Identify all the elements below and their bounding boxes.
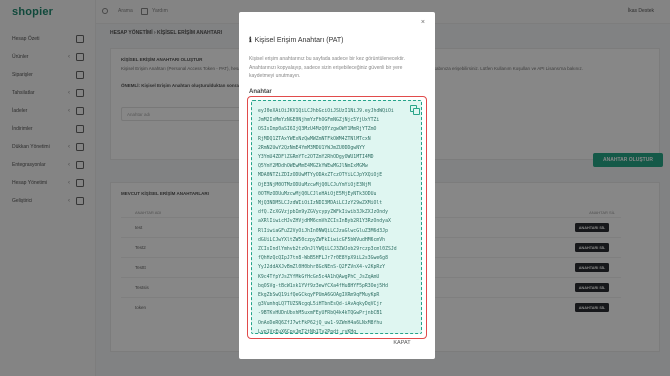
token-highlight-outline: eyJ0eXAiOiJKV1QiLCJhbGciOiJSUzI1NiJ9.eyJ… (247, 96, 427, 339)
modal-title-text: Kişisel Erişim Anahtarı (PAT) (254, 37, 344, 44)
token-field[interactable]: eyJ0eXAiOiJKV1QiLCJhbGciOiJSUzI1NiJ9.eyJ… (251, 100, 422, 337)
modal-title: ℹ Kişisel Erişim Anahtarı (PAT) (249, 36, 344, 44)
token-value[interactable]: eyJ0eXAiOiJKV1QiLCJhbGciOiJSUzI1NiJ9.eyJ… (258, 107, 416, 337)
close-button[interactable]: KAPAT (385, 336, 419, 350)
token-modal: × ℹ Kişisel Erişim Anahtarı (PAT) Kişisel… (239, 12, 435, 359)
modal-description: Kişisel erişim anahtarınız bu sayfada sa… (249, 56, 405, 79)
token-label: Anahtar (249, 89, 272, 95)
close-icon[interactable]: × (421, 19, 425, 26)
info-icon: ℹ (249, 37, 252, 44)
